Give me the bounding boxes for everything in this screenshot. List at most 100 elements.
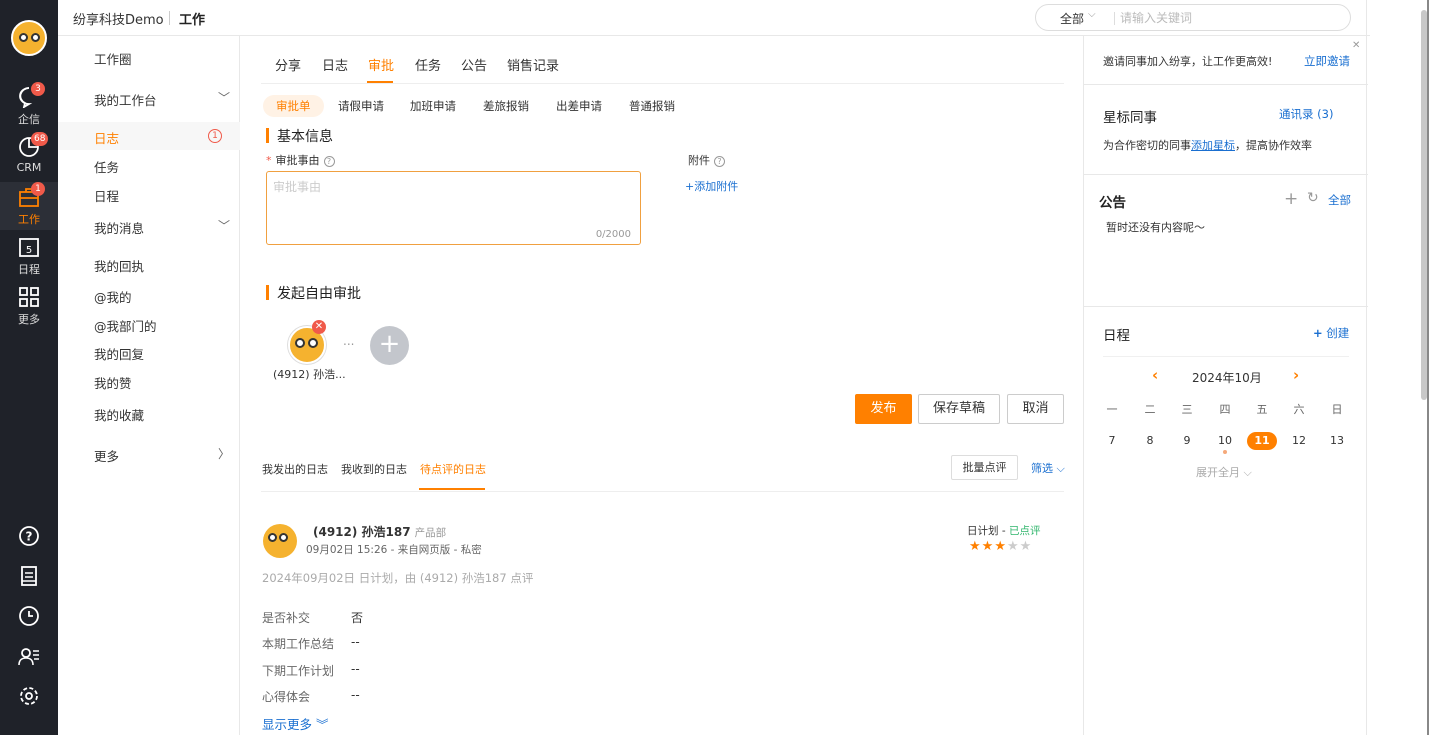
panel-divider bbox=[1084, 306, 1368, 307]
sidebar-item-more[interactable]: 更多 〉 bbox=[58, 440, 240, 468]
chevron-down-icon: ﹀ bbox=[217, 91, 230, 105]
rail-label: 企信 bbox=[18, 113, 40, 126]
cancel-button[interactable]: 取消 bbox=[1007, 394, 1064, 424]
notice-all-link[interactable]: 全部 bbox=[1328, 192, 1351, 208]
chevron-left-icon[interactable]: ‹ bbox=[1152, 366, 1158, 384]
tab-pending-review-logs[interactable]: 待点评的日志 bbox=[420, 461, 486, 477]
tab-notice[interactable]: 公告 bbox=[461, 55, 487, 74]
rail-item-qixin[interactable]: 3 企信 bbox=[0, 82, 58, 130]
help-icon[interactable]: ? bbox=[323, 155, 335, 167]
sidebar-item-label: 工作圈 bbox=[94, 52, 132, 67]
calendar-day[interactable]: 8 bbox=[1135, 432, 1165, 450]
calendar-day[interactable]: 9 bbox=[1172, 432, 1202, 450]
subtab-business-trip[interactable]: 出差申请 bbox=[543, 95, 615, 117]
search-scope-select[interactable]: 全部 bbox=[1060, 10, 1084, 27]
avatar-eye-right bbox=[308, 338, 318, 348]
invite-now-link[interactable]: 立即邀请 bbox=[1304, 53, 1350, 69]
chevron-right-icon[interactable]: › bbox=[1293, 366, 1299, 384]
global-search: 全部 ⌵ bbox=[1035, 4, 1351, 31]
remove-approver-icon[interactable]: ✕ bbox=[312, 320, 326, 334]
tab-approval[interactable]: 审批 bbox=[368, 55, 394, 74]
sidebar-item-at-me[interactable]: @我的 bbox=[58, 281, 240, 309]
subtab-approval-form[interactable]: 审批单 bbox=[263, 95, 324, 117]
help-icon[interactable]: ? bbox=[714, 155, 725, 167]
create-schedule-link[interactable]: + 创建 bbox=[1313, 325, 1349, 341]
chevron-down-icon: ⌵ bbox=[1056, 462, 1065, 475]
star-icon: ★ bbox=[1019, 539, 1033, 554]
sidebar-item-favorites[interactable]: 我的收藏 bbox=[58, 399, 240, 427]
sidebar-item-replies[interactable]: 我的回复 bbox=[58, 338, 240, 366]
add-star-link[interactable]: 添加星标 bbox=[1191, 139, 1235, 152]
weekday-label: 六 bbox=[1293, 403, 1305, 416]
tab-log[interactable]: 日志 bbox=[322, 55, 348, 74]
rail-item-crm[interactable]: 68 CRM bbox=[0, 132, 58, 180]
notebook-icon[interactable] bbox=[18, 565, 40, 587]
chevron-right-icon: 〉 bbox=[217, 447, 230, 461]
close-icon[interactable]: ✕ bbox=[1352, 40, 1360, 51]
bulk-review-button[interactable]: 批量点评 bbox=[951, 455, 1018, 480]
sidebar-item-task[interactable]: 任务 bbox=[58, 151, 240, 179]
avatar-eye-left bbox=[295, 338, 305, 348]
star-icon: ★ bbox=[981, 539, 995, 554]
approver-name: (4912) 孙浩... bbox=[273, 368, 346, 381]
attachment-label-text: 附件 bbox=[688, 154, 710, 167]
title-divider bbox=[169, 11, 170, 25]
content-border bbox=[1366, 0, 1367, 735]
tab-share[interactable]: 分享 bbox=[275, 55, 301, 74]
calendar-icon: 5 bbox=[19, 238, 39, 257]
show-more-link[interactable]: 显示更多 ︾ bbox=[262, 714, 329, 733]
calendar-day[interactable]: 7 bbox=[1097, 432, 1127, 450]
tab-task[interactable]: 任务 bbox=[415, 55, 441, 74]
log-field-value: -- bbox=[351, 688, 360, 702]
log-field-value: -- bbox=[351, 635, 360, 649]
add-attachment-link[interactable]: +添加附件 bbox=[685, 178, 738, 194]
user-avatar[interactable] bbox=[11, 20, 47, 56]
rail-item-schedule[interactable]: 5 日程 bbox=[0, 232, 58, 280]
chevron-down-icon[interactable]: ⌵ bbox=[1088, 9, 1096, 20]
calendar-day[interactable]: 12 bbox=[1284, 432, 1314, 450]
save-draft-button[interactable]: 保存草稿 bbox=[918, 394, 1000, 424]
settings-icon[interactable] bbox=[18, 685, 40, 707]
sidebar-item-workbench[interactable]: 我的工作台 ﹀ bbox=[58, 84, 240, 112]
refresh-icon[interactable]: ↻ bbox=[1307, 190, 1319, 206]
rail-item-work[interactable]: 1 工作 bbox=[0, 182, 58, 230]
plus-icon[interactable]: + bbox=[1284, 189, 1298, 209]
log-summary: 2024年09月02日 日计划，由 (4912) 孙浩187 点评 bbox=[262, 571, 534, 585]
sidebar-item-receipts[interactable]: 我的回执 bbox=[58, 250, 240, 278]
calendar-day[interactable]: 13 bbox=[1322, 432, 1352, 450]
calendar-day[interactable]: 10 bbox=[1210, 432, 1240, 450]
expand-month-link[interactable]: 展开全月 ⌵ bbox=[1196, 464, 1252, 480]
unread-badge: 68 bbox=[31, 132, 49, 146]
help-icon[interactable]: ? bbox=[18, 525, 40, 547]
sidebar-item-messages[interactable]: 我的消息 ﹀ bbox=[58, 212, 240, 240]
contacts-icon[interactable] bbox=[18, 645, 40, 667]
main-content: 分享 日志 审批 任务 公告 销售记录 审批单 请假申请 加班申请 差旅报销 出… bbox=[241, 36, 1083, 735]
calendar-day[interactable]: 11 bbox=[1247, 432, 1277, 450]
sidebar-item-at-dept[interactable]: @我部门的 bbox=[58, 310, 240, 338]
rail-item-more[interactable]: 更多 bbox=[0, 282, 58, 330]
add-approver-button[interactable]: + bbox=[370, 326, 409, 365]
publish-button[interactable]: 发布 bbox=[855, 394, 912, 424]
subtab-travel-expense[interactable]: 差旅报销 bbox=[470, 95, 542, 117]
avatar-eye-right bbox=[279, 533, 288, 542]
tab-received-logs[interactable]: 我收到的日志 bbox=[341, 461, 407, 477]
search-input[interactable] bbox=[1120, 8, 1340, 28]
reason-textarea[interactable] bbox=[273, 178, 633, 226]
tab-sent-logs[interactable]: 我发出的日志 bbox=[262, 461, 328, 477]
subtab-general-expense[interactable]: 普通报销 bbox=[616, 95, 688, 117]
subtab-leave[interactable]: 请假申请 bbox=[325, 95, 397, 117]
subtab-overtime[interactable]: 加班申请 bbox=[397, 95, 469, 117]
log-author-avatar[interactable] bbox=[263, 524, 297, 558]
log-author-name[interactable]: (4912) 孙浩187 bbox=[313, 525, 411, 539]
sidebar-item-log[interactable]: 日志 1 bbox=[58, 122, 240, 150]
sidebar-item-schedule[interactable]: 日程 bbox=[58, 180, 240, 208]
tab-sales-record[interactable]: 销售记录 bbox=[507, 55, 559, 74]
filter-dropdown[interactable]: 筛选 ⌵ bbox=[1031, 460, 1065, 476]
sidebar-item-likes[interactable]: 我的赞 bbox=[58, 367, 240, 395]
sidebar-item-workcircle[interactable]: 工作圈 bbox=[58, 43, 240, 71]
contacts-link[interactable]: 通讯录 (3) bbox=[1279, 106, 1333, 122]
clock-icon[interactable] bbox=[18, 605, 40, 627]
weekday-label: 日 bbox=[1331, 403, 1343, 416]
review-status: 已点评 bbox=[1008, 525, 1041, 537]
double-chevron-down-icon: ︾ bbox=[316, 717, 329, 732]
